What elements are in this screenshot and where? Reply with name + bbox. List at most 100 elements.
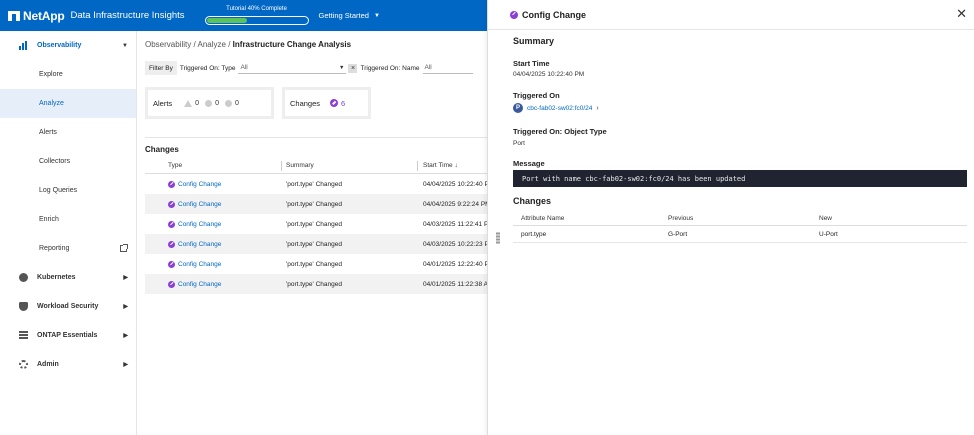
drag-handle-icon[interactable] [496, 232, 500, 244]
tutorial-progress-fill [206, 17, 248, 23]
sidebar-item-label: ONTAP Essentials [37, 332, 98, 339]
tutorial-progress-bar [204, 15, 309, 25]
sort-down-icon: ↓ [454, 162, 458, 169]
changes-table: Type Summary Start Time ↓ Config Change '… [145, 158, 491, 294]
sidebar-item-label: Observability [37, 42, 82, 49]
column-divider[interactable] [281, 161, 282, 171]
sidebar-item-collectors[interactable]: Collectors [0, 147, 136, 176]
summary-cell: 'port.type' Changed [286, 180, 342, 188]
start-time-cell: 04/04/2025 9:22:24 PM [423, 200, 491, 208]
column-header-previous: Previous [668, 215, 694, 222]
sidebar-item-kubernetes[interactable]: Kubernetes ▶ [0, 263, 136, 292]
config-change-icon [510, 10, 518, 19]
sidebar-item-workload-security[interactable]: Workload Security ▶ [0, 292, 136, 321]
close-icon[interactable]: ✕ [956, 7, 967, 21]
breadcrumb-separator: / [228, 40, 231, 49]
breadcrumb: Observability / Analyze / Infrastructure… [145, 40, 351, 49]
triggered-name-value: All [424, 64, 432, 71]
table-row: port.type G-Port U-Port [513, 226, 967, 243]
sidebar-item-label: Kubernetes [37, 274, 76, 281]
triggered-type-label: Triggered On: Type [179, 64, 236, 72]
column-divider[interactable] [417, 161, 418, 171]
summary-cell: 'port.type' Changed [286, 200, 342, 208]
triggered-type-value: All [240, 64, 248, 71]
attribute-name-cell: port.type [521, 230, 547, 238]
config-change-link[interactable]: Config Change [178, 281, 221, 288]
changes-summary-card[interactable]: Changes 6 [282, 87, 371, 119]
config-change-link[interactable]: Config Change [178, 241, 221, 248]
config-change-link[interactable]: Config Change [178, 181, 221, 188]
triggered-name-input[interactable]: All [422, 62, 473, 74]
table-body: Config Change 'port.type' Changed 04/04/20… [145, 174, 491, 294]
changes-label: Changes [290, 98, 321, 108]
sidebar-item-alerts[interactable]: Alerts [0, 118, 136, 147]
sidebar-item-label: Workload Security [37, 303, 99, 310]
kubernetes-icon [19, 273, 28, 282]
config-change-link[interactable]: Config Change [178, 201, 221, 208]
table-header: Attribute Name Previous New [513, 212, 967, 226]
panel-header: Config Change ✕ [488, 0, 974, 30]
alert-count-value: 0 [195, 99, 200, 107]
filter-by-label: Filter By [145, 61, 177, 75]
column-header-type[interactable]: Type [168, 162, 182, 169]
triggered-on-link[interactable]: P cbc-fab02-sw02:fc0/24 › [513, 103, 599, 113]
column-header-label: Start Time [423, 162, 453, 169]
sidebar-item-reporting[interactable]: Reporting [0, 234, 136, 263]
sidebar-item-label: Reporting [39, 245, 70, 252]
shield-icon [19, 302, 28, 311]
breadcrumb-current: Infrastructure Change Analysis [232, 40, 352, 49]
table-row[interactable]: Config Change 'port.type' Changed 04/04/20… [145, 194, 491, 214]
table-row[interactable]: Config Change 'port.type' Changed 04/01/20… [145, 254, 489, 274]
sidebar-item-observability[interactable]: Observability ▼ [0, 31, 136, 60]
config-change-link[interactable]: Config Change [178, 221, 221, 228]
config-change-icon [168, 180, 175, 188]
sidebar-item-analyze[interactable]: Analyze [0, 89, 136, 118]
sidebar-item-explore[interactable]: Explore [0, 60, 136, 89]
info-circle-icon [224, 99, 232, 107]
summary-cell: 'port.type' Changed [286, 260, 342, 268]
sidebar: Observability ▼ Explore Analyze Alerts C… [0, 31, 137, 435]
summary-cell: 'port.type' Changed [286, 220, 342, 228]
new-value-cell: U-Port [819, 230, 838, 238]
sidebar-item-label: Alerts [39, 129, 57, 136]
changes-count-badge: 6 [330, 99, 345, 108]
column-header-summary[interactable]: Summary [286, 162, 314, 169]
config-change-link[interactable]: Config Change [178, 261, 221, 268]
tutorial-progress[interactable]: Tutorial 40% Complete [204, 6, 309, 26]
triggered-type-select[interactable]: All ▼ [238, 62, 347, 74]
previous-value-cell: G-Port [668, 230, 688, 238]
message-label: Message [513, 159, 545, 168]
type-cell: Config Change [168, 280, 221, 288]
warning-icon [184, 99, 193, 107]
alert-count-value: 0 [215, 99, 219, 107]
sidebar-item-admin[interactable]: Admin ▶ [0, 350, 136, 379]
alerts-summary-card[interactable]: Alerts 0 0 0 [145, 87, 274, 119]
sidebar-item-ontap-essentials[interactable]: ONTAP Essentials ▶ [0, 321, 136, 350]
panel-title: Config Change [522, 9, 586, 20]
table-row[interactable]: Config Change 'port.type' Changed 04/01/20… [145, 274, 488, 294]
netapp-logo[interactable]: NetApp [8, 8, 65, 23]
chevron-down-icon: ▼ [339, 64, 345, 71]
table-row[interactable]: Config Change 'port.type' Changed 04/03/20… [145, 234, 489, 254]
main-content: Observability / Analyze / Infrastructure… [137, 31, 491, 435]
breadcrumb-observability[interactable]: Observability [145, 40, 191, 49]
object-type-label: Triggered On: Object Type [513, 127, 607, 136]
table-row[interactable]: Config Change 'port.type' Changed 04/03/20… [145, 214, 488, 234]
table-row[interactable]: Config Change 'port.type' Changed 04/04/20… [145, 174, 489, 194]
clear-filter-icon[interactable]: × [348, 63, 358, 73]
logo-text: NetApp [23, 8, 65, 23]
chevron-right-icon: ▶ [123, 275, 128, 281]
type-cell: Config Change [168, 240, 221, 248]
chevron-right-icon: › [596, 104, 599, 112]
sidebar-item-label: Enrich [39, 216, 59, 223]
divider [145, 137, 487, 138]
sidebar-item-label: Collectors [39, 158, 71, 165]
column-header-start-time[interactable]: Start Time ↓ [423, 162, 458, 169]
sidebar-item-label: Explore [39, 71, 63, 78]
start-time-label: Start Time [513, 59, 550, 68]
getting-started-menu[interactable]: Getting Started ▼ [319, 11, 380, 20]
sidebar-item-log-queries[interactable]: Log Queries [0, 176, 136, 205]
sidebar-item-enrich[interactable]: Enrich [0, 205, 136, 234]
breadcrumb-analyze[interactable]: Analyze [198, 40, 226, 49]
port-avatar: P [513, 103, 523, 113]
